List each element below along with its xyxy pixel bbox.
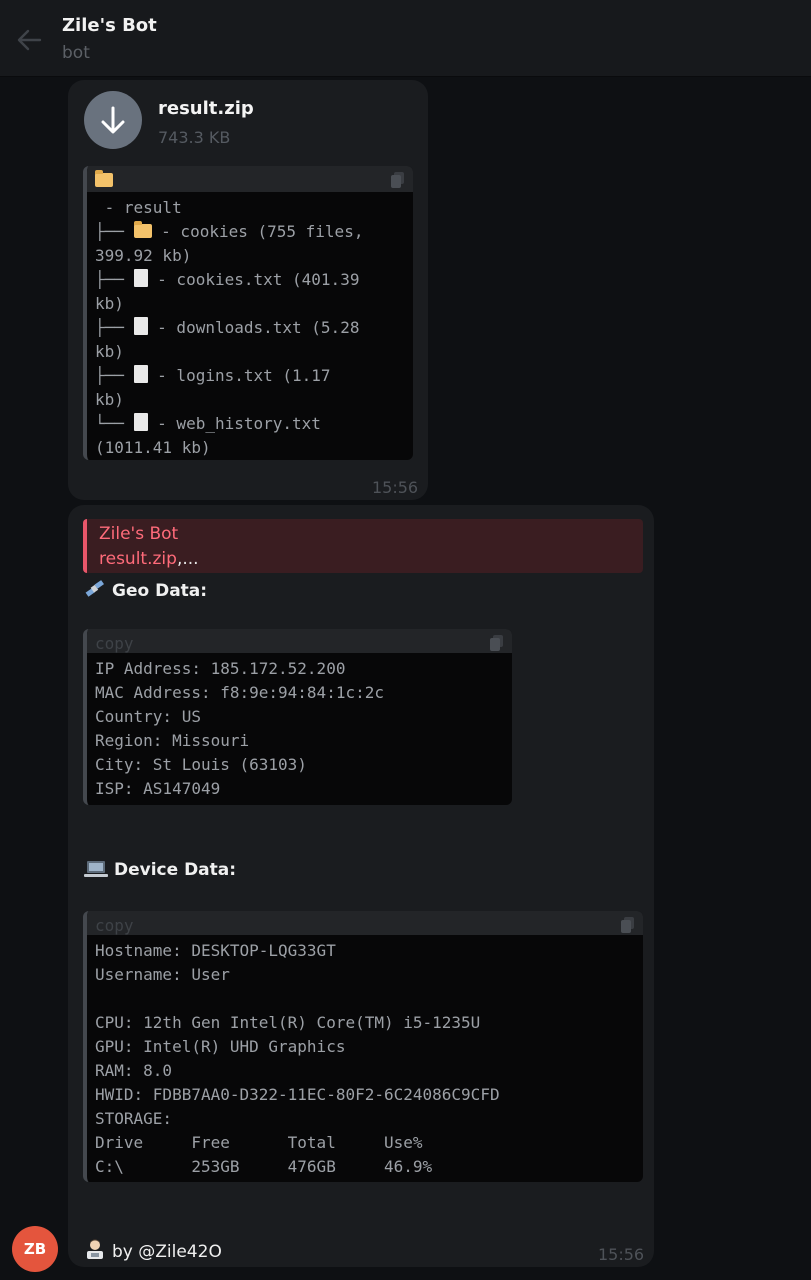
file-name[interactable]: result.zip	[158, 98, 254, 119]
tree-line: kb)	[95, 342, 124, 361]
folder-icon	[133, 221, 152, 238]
geo-section-title: Geo Data:	[84, 579, 207, 601]
tree-line: kb)	[95, 294, 124, 313]
copy-label[interactable]: copy	[95, 634, 134, 653]
code-line: HWID: FDBB7AA0-D322-11EC-80F2-6C24086C9C…	[95, 1085, 500, 1104]
tree-line: (1011.41 kb)	[95, 438, 211, 457]
geo-data-codeblock: copy IP Address: 185.172.52.200 MAC Addre…	[83, 629, 512, 805]
file-message-bubble: result.zip 743.3 KB - result ├── - cookie…	[68, 80, 428, 500]
tree-line: ├── - cookies (755 files,	[95, 220, 405, 244]
code-line: Drive Free Total Use%	[95, 1133, 423, 1152]
tree-branch: ├──	[95, 366, 134, 385]
copy-icon[interactable]	[391, 172, 405, 188]
code-line: Region: Missouri	[95, 731, 250, 750]
reply-quote[interactable]: Zile's Bot result.zip,...	[83, 519, 643, 573]
document-icon	[133, 269, 148, 287]
tree-line: ├── - logins.txt (1.17	[95, 364, 405, 388]
code-line: CPU: 12th Gen Intel(R) Core(TM) i5-1235U	[95, 1013, 481, 1032]
message-time: 15:56	[372, 478, 419, 497]
geo-data-lines: IP Address: 185.172.52.200 MAC Address: f…	[87, 653, 512, 801]
tree-line: - result	[95, 198, 182, 217]
code-line: Username: User	[95, 965, 230, 984]
document-icon	[133, 365, 148, 383]
codeblock-header: copy	[87, 629, 512, 653]
download-button[interactable]	[84, 91, 142, 149]
tree-branch: └──	[95, 414, 134, 433]
technologist-icon	[87, 1239, 103, 1259]
message-time: 15:56	[598, 1245, 645, 1264]
file-tree-codeblock: - result ├── - cookies (755 files, 399.92 …	[83, 166, 413, 460]
chat-header: Zile's Bot bot	[0, 0, 811, 77]
code-line: GPU: Intel(R) UHD Graphics	[95, 1037, 346, 1056]
tree-item: - cookies (755 files,	[151, 222, 364, 241]
tree-item: - logins.txt (1.17	[147, 366, 331, 385]
copy-icon[interactable]	[490, 635, 504, 651]
document-icon	[133, 413, 148, 431]
geo-title-text: Geo Data:	[112, 581, 208, 601]
tree-branch: ├──	[95, 270, 134, 289]
chat-subtitle: bot	[62, 43, 90, 63]
device-data-codeblock: copy Hostname: DESKTOP-LQG33GT Username: …	[83, 911, 643, 1182]
footer-text[interactable]: by @Zile42O	[112, 1242, 222, 1262]
tree-branch: ├──	[95, 318, 134, 337]
tree-item: - downloads.txt (5.28	[147, 318, 360, 337]
device-section-title: Device Data:	[84, 860, 236, 880]
file-size: 743.3 KB	[158, 128, 231, 147]
open-folder-icon	[95, 170, 113, 187]
chat-title[interactable]: Zile's Bot	[62, 15, 157, 36]
device-data-lines: Hostname: DESKTOP-LQG33GT Username: User C…	[87, 935, 643, 1179]
tree-line: └── - web_history.txt	[95, 412, 405, 436]
file-tree: - result ├── - cookies (755 files, 399.92 …	[87, 192, 413, 460]
codeblock-header	[87, 166, 413, 192]
reply-ellipsis: ,...	[176, 549, 199, 569]
laptop-icon	[84, 861, 108, 877]
code-line: ISP: AS147049	[95, 779, 221, 798]
code-line: RAM: 8.0	[95, 1061, 173, 1080]
tree-line: kb)	[95, 390, 124, 409]
device-title-text: Device Data:	[114, 860, 237, 880]
footer-line: by @Zile42O	[84, 1238, 222, 1262]
code-line: C:\ 253GB 476GB 46.9%	[95, 1157, 433, 1176]
tree-line: 399.92 kb)	[95, 246, 192, 265]
reply-file-link: result.zip	[99, 549, 177, 569]
code-line: City: St Louis (63103)	[95, 755, 307, 774]
download-arrow-icon	[101, 106, 125, 134]
tree-item: - web_history.txt	[147, 414, 321, 433]
tree-line: ├── - downloads.txt (5.28	[95, 316, 405, 340]
tree-item: - cookies.txt (401.39	[147, 270, 360, 289]
code-line: Country: US	[95, 707, 201, 726]
tree-branch: ├──	[95, 222, 134, 241]
code-line: Hostname: DESKTOP-LQG33GT	[95, 941, 336, 960]
reply-sender: Zile's Bot	[99, 524, 179, 544]
copy-icon[interactable]	[621, 917, 635, 933]
codeblock-header: copy	[87, 911, 643, 935]
code-line: STORAGE:	[95, 1109, 173, 1128]
copy-label[interactable]: copy	[95, 916, 134, 935]
code-line: IP Address: 185.172.52.200	[95, 659, 346, 678]
code-line: MAC Address: f8:9e:94:84:1c:2c	[95, 683, 384, 702]
reply-preview: result.zip,...	[99, 549, 199, 569]
tree-line: ├── - cookies.txt (401.39	[95, 268, 405, 292]
back-arrow-icon[interactable]	[14, 26, 44, 54]
document-icon	[133, 317, 148, 335]
avatar[interactable]: ZB	[12, 1226, 58, 1272]
satellite-icon	[85, 580, 104, 597]
data-message-bubble: Zile's Bot result.zip,... Geo Data: copy…	[68, 505, 654, 1267]
